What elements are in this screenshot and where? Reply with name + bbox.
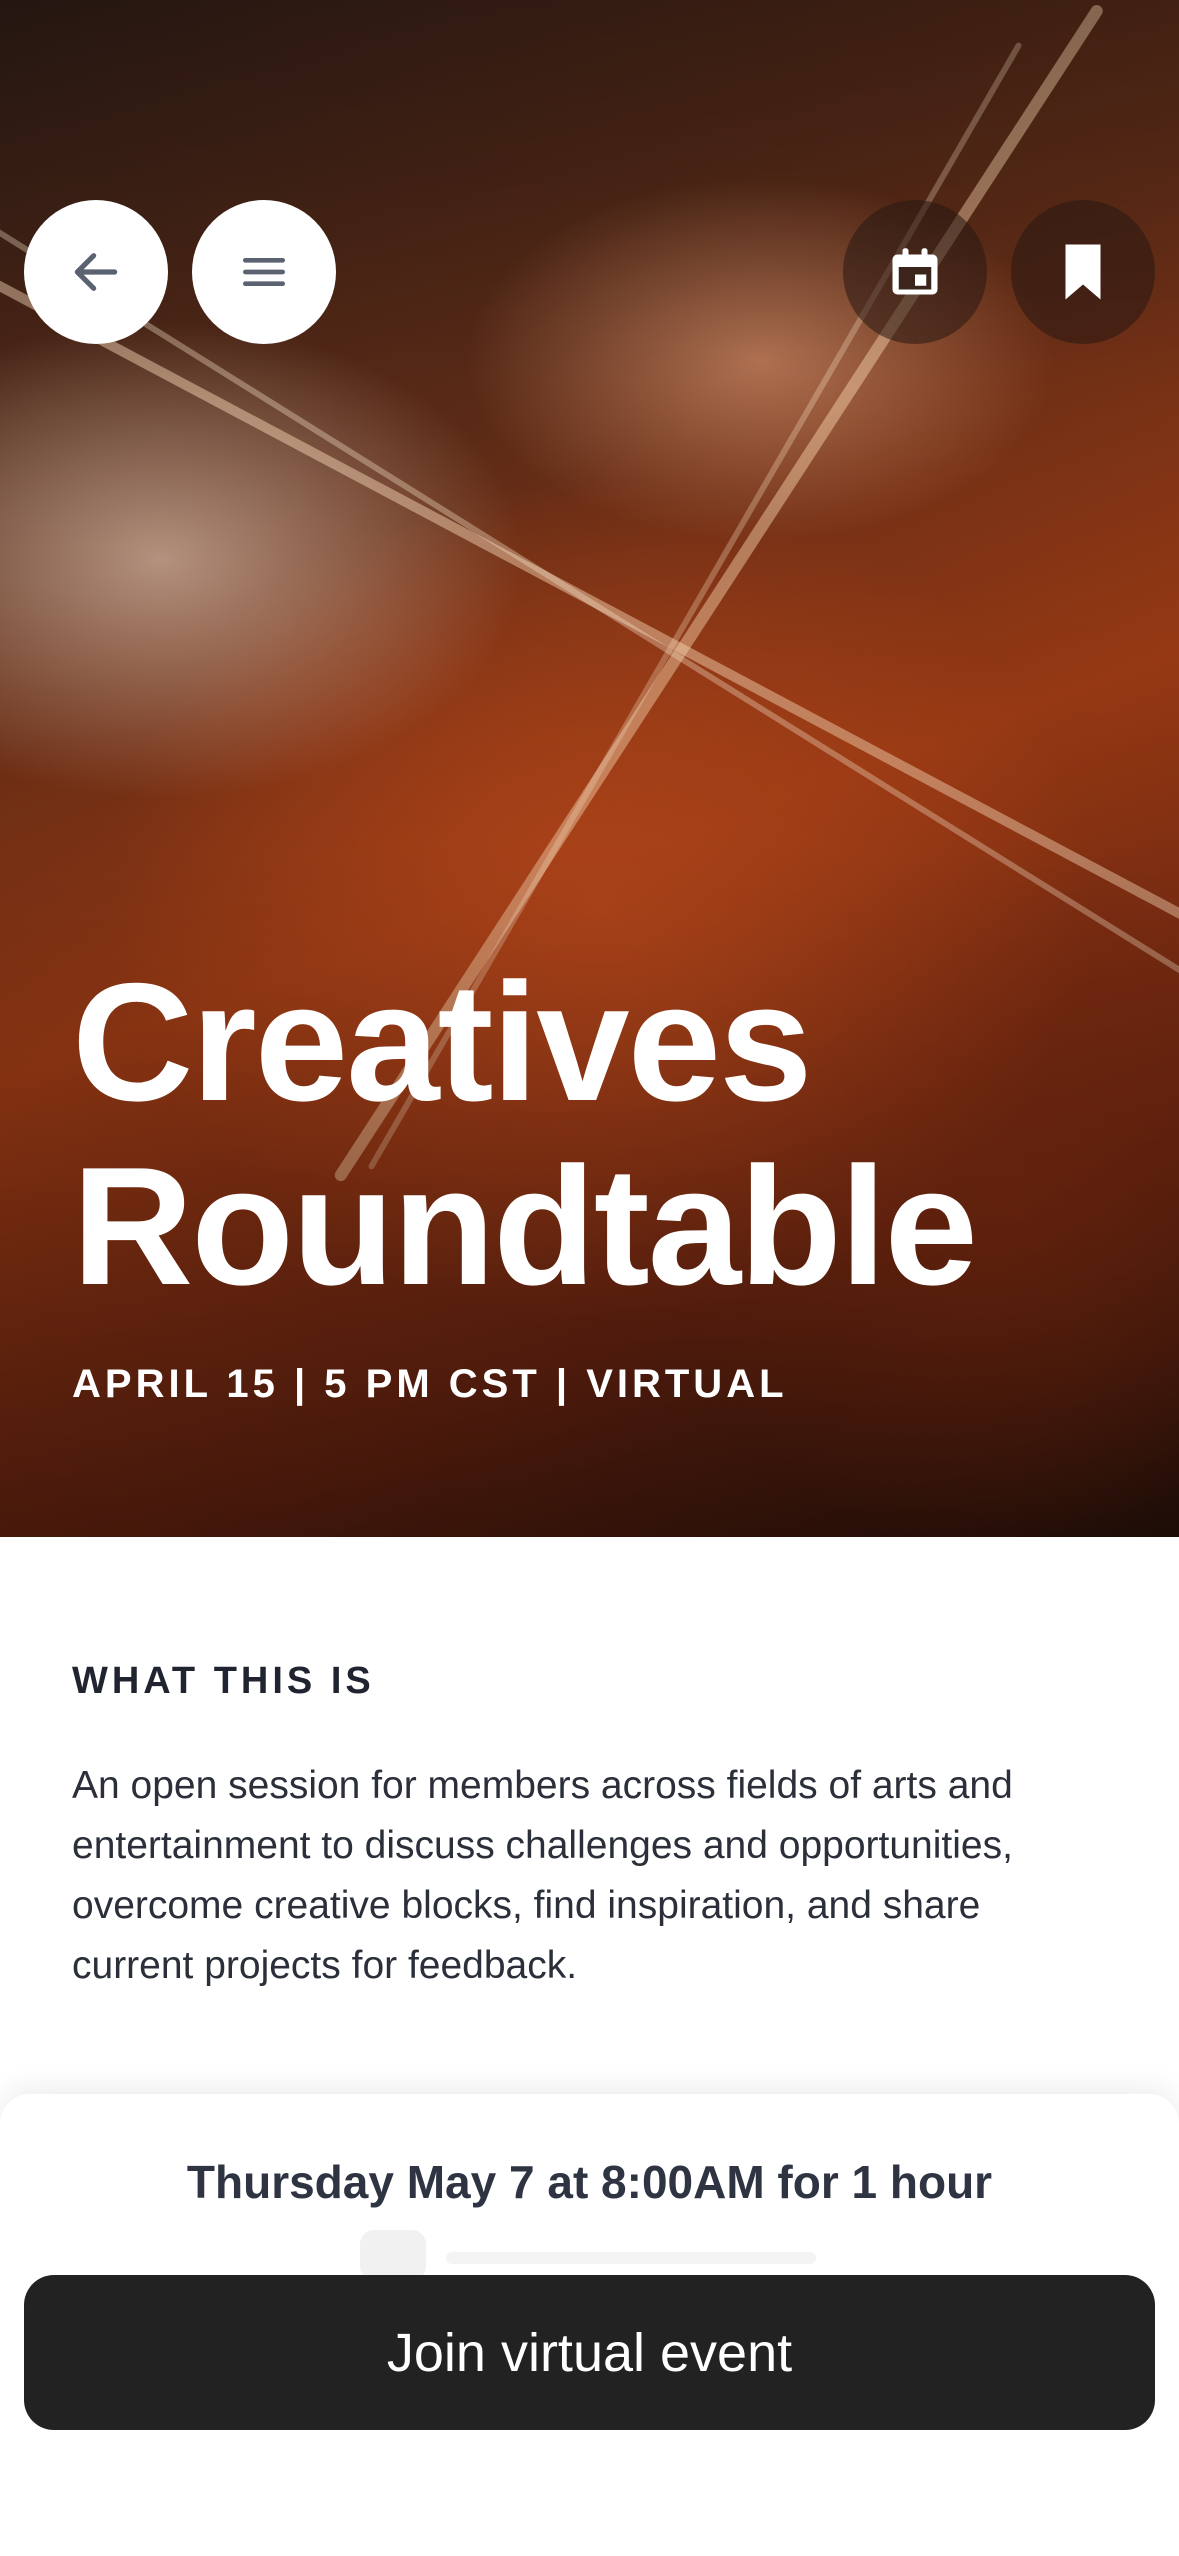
event-description: An open session for members across field… — [72, 1764, 1013, 1987]
menu-button[interactable] — [192, 200, 336, 344]
add-to-calendar-button[interactable] — [843, 200, 987, 344]
event-title-line-1: Creatives — [72, 948, 812, 1136]
bookmark-icon — [1065, 244, 1101, 300]
arrow-left-icon — [74, 253, 118, 291]
join-virtual-event-button[interactable]: Join virtual event — [24, 2275, 1155, 2430]
bookmark-button[interactable] — [1011, 200, 1155, 344]
event-schedule: Thursday May 7 at 8:00AM for 1 hour — [186, 2156, 993, 2208]
faded-text-line — [446, 2252, 816, 2264]
event-title: Creatives Roundtable — [72, 948, 978, 1320]
back-button[interactable] — [24, 200, 168, 344]
event-meta: APRIL 15 | 5 PM CST | VIRTUAL — [72, 1362, 788, 1406]
section-heading: WHAT THIS IS — [72, 1660, 375, 1702]
faded-placeholder — [360, 2230, 820, 2280]
hamburger-menu-icon — [243, 258, 285, 286]
faded-avatar — [360, 2230, 426, 2280]
calendar-icon — [892, 248, 938, 295]
event-title-line-2: Roundtable — [72, 1132, 978, 1320]
hero-image: Creatives Roundtable APRIL 15 | 5 PM CST… — [0, 0, 1179, 1537]
